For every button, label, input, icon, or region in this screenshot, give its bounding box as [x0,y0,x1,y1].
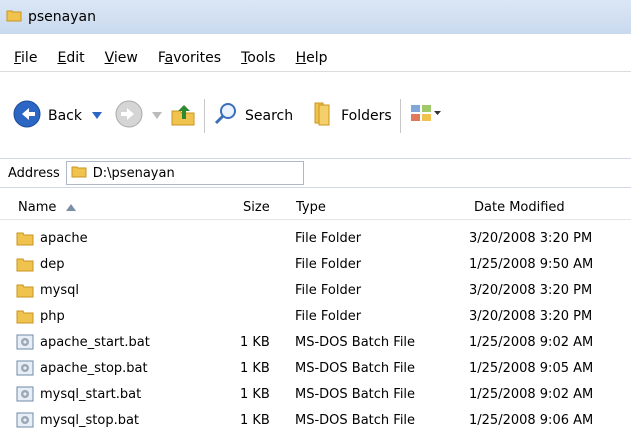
list-item[interactable]: dep File Folder 1/25/2008 9:50 AM [0,251,631,277]
toolbar-separator [204,99,205,133]
file-name: mysql_stop.bat [40,412,140,428]
folder-icon [16,256,34,272]
toolbar-separator [399,99,401,133]
file-date: 3/20/2008 3:20 PM [469,308,593,324]
file-type: MS-DOS Batch File [295,334,416,350]
title-bar: psenayan [0,0,631,34]
forward-icon [114,99,144,133]
file-date: 1/25/2008 9:02 AM [469,386,594,402]
search-icon [213,101,239,131]
folder-icon [71,163,87,183]
batch-file-icon [16,359,34,377]
address-label: Address [8,165,60,181]
file-size: 1 KB [240,334,270,350]
file-date: 3/20/2008 3:20 PM [469,282,593,298]
address-bar: Address D:\psenayan [0,158,631,188]
list-item[interactable]: php File Folder 3/20/2008 3:20 PM [0,303,631,329]
back-button[interactable]: Back [12,99,102,133]
folder-icon [16,282,34,298]
column-date-modified[interactable]: Date Modified [474,195,565,219]
file-type: MS-DOS Batch File [295,412,416,428]
column-name[interactable]: Name [18,195,77,219]
chevron-down-icon[interactable] [92,108,102,124]
list-item[interactable]: mysql_stop.bat 1 KB MS-DOS Batch File 1/… [0,407,631,433]
up-folder-icon [170,101,196,131]
batch-file-icon [16,333,34,351]
menu-help[interactable]: Help [296,50,328,66]
menu-tools[interactable]: Tools [241,50,276,66]
column-type[interactable]: Type [296,195,326,219]
list-item[interactable]: apache_start.bat 1 KB MS-DOS Batch File … [0,329,631,355]
file-type: File Folder [295,256,362,272]
search-button[interactable]: Search [213,101,293,131]
column-size[interactable]: Size [243,195,270,219]
file-date: 1/25/2008 9:06 AM [469,412,594,428]
folders-icon [311,101,335,131]
list-item[interactable]: mysql File Folder 3/20/2008 3:20 PM [0,277,631,303]
batch-file-icon [16,385,34,403]
back-label: Back [48,108,82,124]
address-field[interactable]: D:\psenayan [65,161,304,185]
folders-label: Folders [341,108,392,124]
chevron-down-icon[interactable] [152,108,162,124]
menu-view[interactable]: View [105,50,138,66]
list-item[interactable]: apache_stop.bat 1 KB MS-DOS Batch File 1… [0,355,631,381]
menu-favorites[interactable]: Favorites [158,50,221,66]
list-item[interactable]: apache File Folder 3/20/2008 3:20 PM [0,225,631,251]
file-type: File Folder [295,282,362,298]
folders-button[interactable]: Folders [311,101,392,131]
file-type: File Folder [295,230,362,246]
address-path: D:\psenayan [92,165,175,181]
toolbar: Back Search Folders [0,90,631,142]
forward-button[interactable] [114,99,162,133]
file-date: 1/25/2008 9:50 AM [469,256,594,272]
search-label: Search [245,108,294,124]
file-date: 1/25/2008 9:05 AM [469,360,594,376]
menu-bar: File Edit View Favorites Tools Help [0,45,631,72]
window-title: psenayan [28,9,96,25]
file-name: php [40,308,65,324]
file-name: apache_start.bat [40,334,150,350]
file-name: dep [40,256,65,272]
sort-ascending-icon [66,200,77,215]
batch-file-icon [16,411,34,429]
column-header: Name Size Type Date Modified [0,195,631,220]
file-type: MS-DOS Batch File [295,386,416,402]
file-name: apache_stop.bat [40,360,148,376]
list-item[interactable]: mysql_start.bat 1 KB MS-DOS Batch File 1… [0,381,631,407]
folder-icon [16,308,34,324]
file-size: 1 KB [240,360,270,376]
file-size: 1 KB [240,386,270,402]
file-date: 3/20/2008 3:20 PM [469,230,593,246]
file-date: 1/25/2008 9:02 AM [469,334,594,350]
menu-edit[interactable]: Edit [57,50,84,66]
file-type: MS-DOS Batch File [295,360,416,376]
file-name: mysql [40,282,79,298]
views-icon [409,102,441,130]
file-type: File Folder [295,308,362,324]
file-name: apache [40,230,88,246]
menu-file[interactable]: File [14,50,37,66]
folder-icon [16,230,34,246]
file-size: 1 KB [240,412,270,428]
views-button[interactable] [409,102,441,130]
folder-icon [6,7,22,27]
back-icon [12,99,42,133]
up-folder-button[interactable] [170,101,196,131]
file-name: mysql_start.bat [40,386,142,402]
